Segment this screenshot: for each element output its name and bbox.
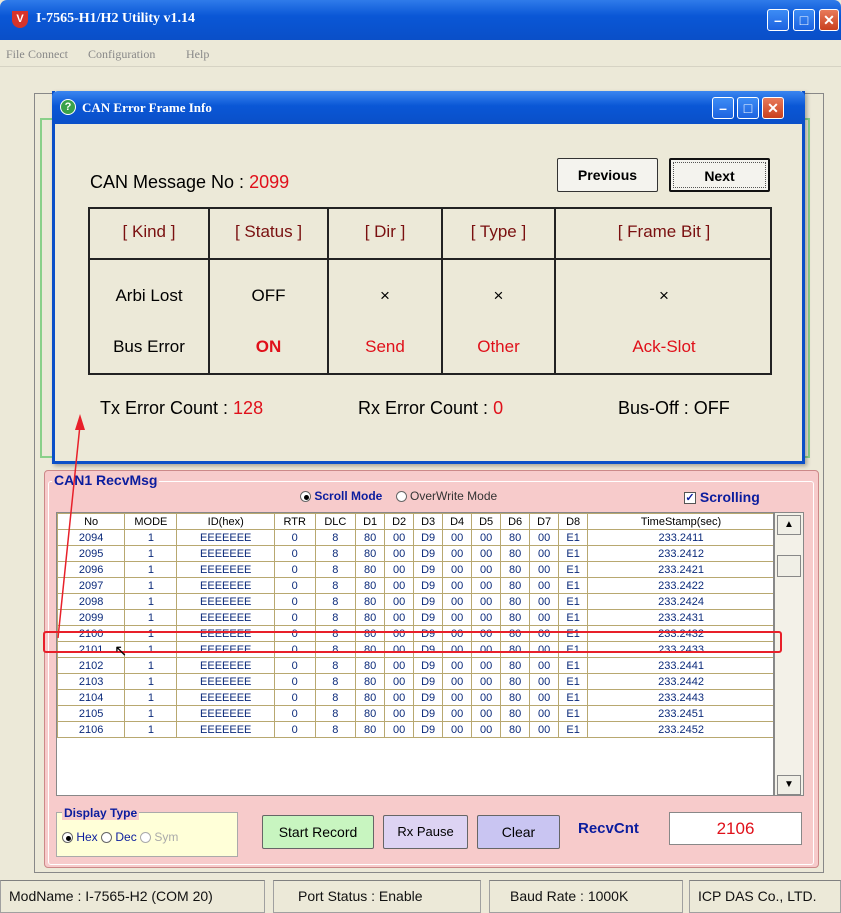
annotation-arrow [57, 414, 85, 639]
